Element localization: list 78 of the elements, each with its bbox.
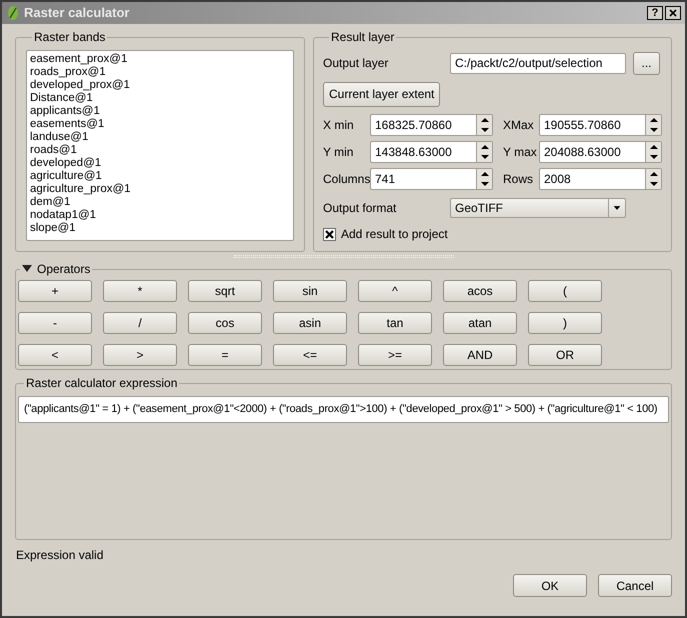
add-result-checkbox[interactable] [323, 228, 336, 240]
operator-button[interactable]: - [18, 312, 92, 334]
leaf-icon [6, 5, 20, 21]
field-label: Columns [323, 171, 370, 188]
expression-field[interactable]: ("applicants@1" = 1) + ("easement_prox@1"<2000) + ("roads_prox@1">100) + ("developed_prox@1" > 500) + ("agriculture@1" < 100) [18, 396, 669, 423]
list-item[interactable]: landuse@1 [30, 131, 290, 144]
list-item[interactable]: roads@1 [30, 144, 290, 157]
panel-title: Raster calculator expression [25, 375, 178, 392]
field-label: Rows [503, 171, 534, 188]
spin-box[interactable]: 143848.63000 [370, 141, 493, 163]
browse-button[interactable]: ... [633, 52, 660, 74]
operator-button[interactable]: tan [358, 312, 432, 334]
output-layer-field[interactable]: C:/packt/c2/output/selection [450, 52, 626, 74]
operator-button[interactable]: ^ [358, 280, 432, 302]
spin-box[interactable]: 168325.70860 [370, 114, 493, 136]
list-item[interactable]: roads_prox@1 [30, 66, 290, 79]
list-item[interactable]: Distance@1 [30, 92, 290, 105]
operator-button[interactable]: asin [273, 312, 347, 334]
operator-button[interactable]: ) [528, 312, 602, 334]
spin-box-value: 190555.70860 [543, 117, 622, 134]
list-item[interactable]: agriculture@1 [30, 170, 290, 183]
operator-button[interactable]: * [103, 280, 177, 302]
operators-toggle[interactable]: Operators [20, 260, 92, 278]
check-mark-icon [325, 230, 334, 238]
panel-title: Result layer [330, 29, 396, 46]
list-item[interactable]: dem@1 [30, 196, 290, 209]
operator-button[interactable]: OR [528, 344, 602, 366]
output-format-dropdown[interactable]: GeoTIFF [450, 198, 626, 218]
list-item[interactable]: applicants@1 [30, 105, 290, 118]
operator-button[interactable]: atan [443, 312, 517, 334]
close-icon [669, 9, 677, 17]
operator-button[interactable]: = [188, 344, 262, 366]
list-item[interactable]: easements@1 [30, 118, 290, 131]
operator-button[interactable]: sin [273, 280, 347, 302]
list-item[interactable]: easement_prox@1 [30, 53, 290, 66]
field-label: Output layer [323, 55, 390, 72]
spin-box-value: 204088.63000 [543, 144, 622, 161]
dropdown-value: GeoTIFF [454, 200, 504, 217]
spin-box[interactable]: 190555.70860 [539, 114, 662, 136]
operator-button[interactable]: AND [443, 344, 517, 366]
operator-button[interactable]: <= [273, 344, 347, 366]
operator-button[interactable]: >= [358, 344, 432, 366]
operator-button[interactable]: sqrt [188, 280, 262, 302]
spin-box[interactable]: 2008 [539, 168, 662, 190]
list-item[interactable]: developed@1 [30, 157, 290, 170]
field-label: Output format [323, 200, 398, 217]
help-button[interactable]: ? [647, 6, 663, 20]
list-item[interactable]: agriculture_prox@1 [30, 183, 290, 196]
window-title: Raster calculator [24, 4, 130, 22]
list-item[interactable]: nodatap1@1 [30, 209, 290, 222]
field-label: XMax [503, 117, 535, 134]
spin-box[interactable]: 204088.63000 [539, 141, 662, 163]
operator-button[interactable]: + [18, 280, 92, 302]
status-text: Expression valid [16, 547, 104, 564]
checkbox-label: Add result to project [341, 226, 448, 243]
spin-box-value: 143848.63000 [374, 144, 453, 161]
field-label: Y min [323, 144, 354, 161]
panel-title: Raster bands [33, 29, 106, 46]
spin-box-value: 741 [374, 171, 396, 188]
spin-box-value: 168325.70860 [374, 117, 453, 134]
field-label: X min [323, 117, 355, 134]
spin-box-value: 2008 [543, 171, 572, 188]
operator-button[interactable]: < [18, 344, 92, 366]
close-button[interactable] [665, 6, 681, 20]
list-item[interactable]: slope@1 [30, 222, 290, 235]
operator-button[interactable]: > [103, 344, 177, 366]
operator-button[interactable]: ( [528, 280, 602, 302]
raster-bands-list[interactable]: easement_prox@1 roads_prox@1 developed_prox@1 Distance@1 applicants@1 easements@1 landuse@1 roads@1 developed@1 agriculture@1 agriculture_prox@1 dem@1 nodatap1@1 slope@1 [26, 50, 294, 241]
dialog-button[interactable]: OK [513, 574, 587, 597]
current-layer-extent-button[interactable]: Current layer extent [323, 82, 440, 106]
operator-button[interactable]: cos [188, 312, 262, 334]
list-item[interactable]: developed_prox@1 [30, 79, 290, 92]
operator-button[interactable]: acos [443, 280, 517, 302]
spin-box[interactable]: 741 [370, 168, 493, 190]
collapse-triangle-icon [22, 265, 32, 273]
operator-button[interactable]: / [103, 312, 177, 334]
dialog-button[interactable]: Cancel [598, 574, 672, 597]
field-label: Y max [503, 144, 538, 161]
